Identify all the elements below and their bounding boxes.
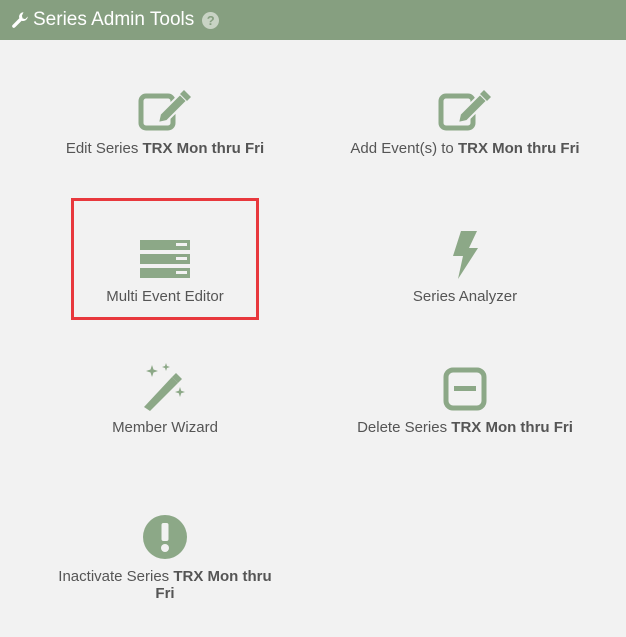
panel-title: Series Admin Tools: [33, 9, 195, 30]
tile-label: Delete Series TRX Mon thru Fri: [357, 419, 573, 436]
panel-header: Series Admin Tools ?: [0, 0, 626, 40]
edit-icon: [50, 80, 280, 132]
tile-label: Add Event(s) to TRX Mon thru Fri: [350, 140, 580, 157]
delete-series-tile[interactable]: Delete Series TRX Mon thru Fri: [350, 359, 580, 436]
list-icon: [50, 228, 280, 280]
member-wizard-tile[interactable]: Member Wizard: [50, 359, 280, 436]
edit-series-tile[interactable]: Edit Series TRX Mon thru Fri: [50, 80, 280, 157]
tile-label: Series Analyzer: [412, 288, 518, 305]
tile-label: Member Wizard: [112, 419, 218, 436]
series-analyzer-tile[interactable]: Series Analyzer: [350, 228, 580, 305]
bolt-icon: [350, 228, 580, 280]
tile-label: Inactivate Series TRX Mon thru Fri: [58, 568, 272, 602]
edit-icon: [350, 80, 580, 132]
tile-label: Edit Series TRX Mon thru Fri: [65, 140, 265, 157]
multi-event-editor-tile[interactable]: Multi Event Editor: [50, 228, 280, 305]
help-icon[interactable]: ?: [202, 11, 220, 29]
tile-label: Multi Event Editor: [106, 288, 224, 305]
magic-wand-icon: [50, 359, 280, 411]
exclamation-circle-icon: [50, 508, 280, 560]
add-events-tile[interactable]: Add Event(s) to TRX Mon thru Fri: [350, 80, 580, 157]
minus-square-icon: [350, 359, 580, 411]
wrench-icon: [9, 9, 31, 31]
inactivate-series-tile[interactable]: Inactivate Series TRX Mon thru Fri: [50, 508, 280, 602]
